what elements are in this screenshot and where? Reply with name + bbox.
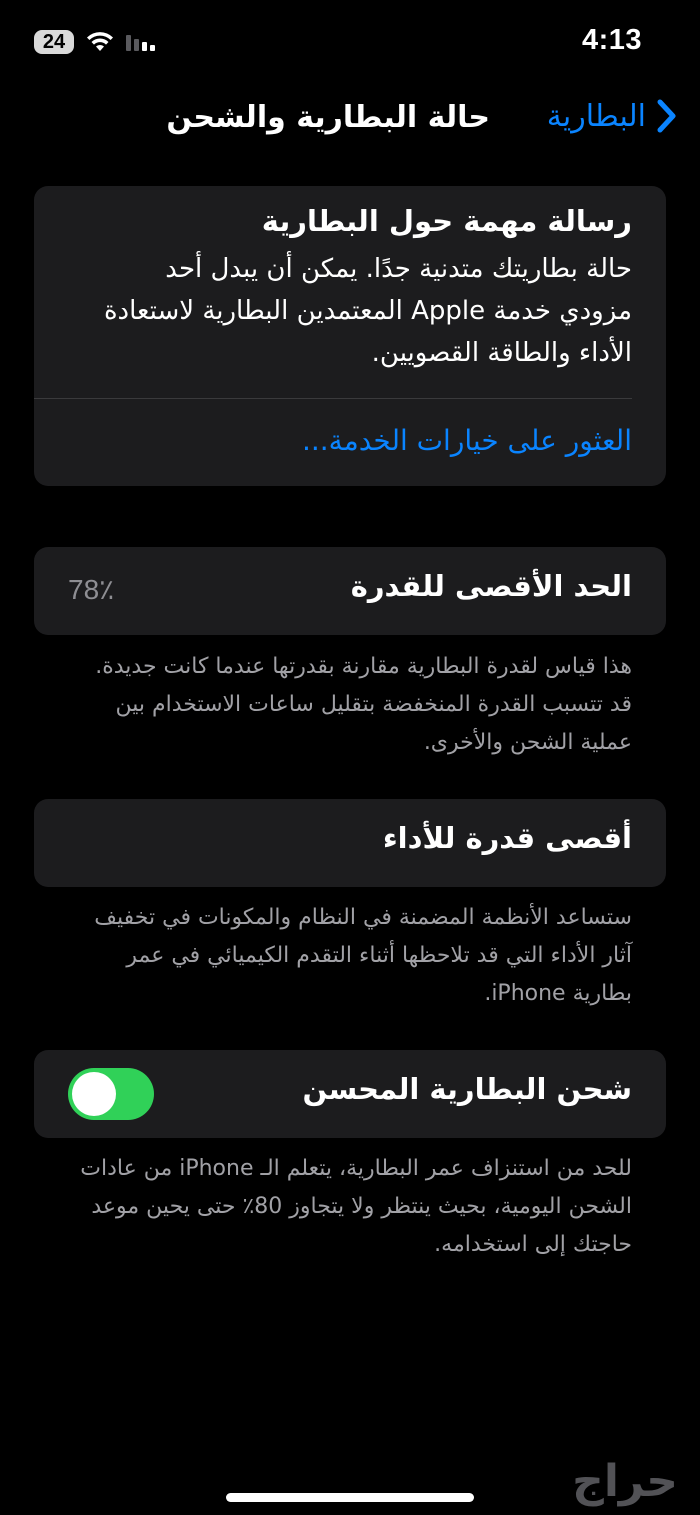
optimized-charging-row: شحن البطارية المحسن: [34, 1050, 666, 1138]
wifi-icon: [87, 32, 113, 51]
back-button-label: البطارية: [546, 98, 646, 134]
maximum-capacity-value: 78٪: [68, 574, 115, 605]
message-body: حالة بطاريتك متدنية جدًا. يمكن أن يبدل أ…: [103, 254, 632, 368]
status-time: 4:13: [581, 24, 642, 56]
maximum-capacity-footnote: هذا قياس لقدرة البطارية مقارنة بقدرتها ع…: [95, 654, 632, 755]
important-message-card: رسالة مهمة حول البطارية حالة بطاريتك متد…: [34, 186, 666, 486]
optimized-charging-label: شحن البطارية المحسن: [302, 1072, 632, 1106]
find-service-options-link[interactable]: العثور على خيارات الخدمة...: [302, 424, 632, 457]
peak-performance-row: أقصى قدرة للأداء: [34, 799, 666, 887]
status-icons: 24: [34, 30, 158, 54]
home-indicator[interactable]: [226, 1493, 474, 1502]
divider: [34, 398, 632, 399]
settings-screen: 24 4:13 البطارية حالة البطارية والشحن رس…: [0, 0, 700, 1515]
navigation-bar: البطارية حالة البطارية والشحن: [0, 84, 700, 150]
optimized-charging-footnote: للحد من استنزاف عمر البطارية، يتعلم الـ …: [80, 1156, 632, 1257]
chevron-back-icon: [657, 99, 676, 133]
back-button[interactable]: البطارية: [547, 98, 678, 134]
optimized-charging-toggle[interactable]: [68, 1068, 154, 1120]
toggle-knob: [72, 1072, 116, 1116]
status-bar: 24 4:13: [0, 0, 700, 84]
peak-performance-label: أقصى قدرة للأداء: [382, 821, 632, 855]
message-title: رسالة مهمة حول البطارية: [261, 204, 632, 238]
cellular-signal-icon: [126, 35, 155, 51]
page-title: حالة البطارية والشحن: [166, 100, 490, 135]
haraj-watermark: حراج: [572, 1456, 678, 1507]
maximum-capacity-label: الحد الأقصى للقدرة: [350, 569, 632, 603]
maximum-capacity-row: الحد الأقصى للقدرة 78٪: [34, 547, 666, 635]
battery-icon: 24: [34, 30, 74, 54]
peak-performance-footnote: ستساعد الأنظمة المضمنة في النظام والمكون…: [94, 905, 632, 1006]
